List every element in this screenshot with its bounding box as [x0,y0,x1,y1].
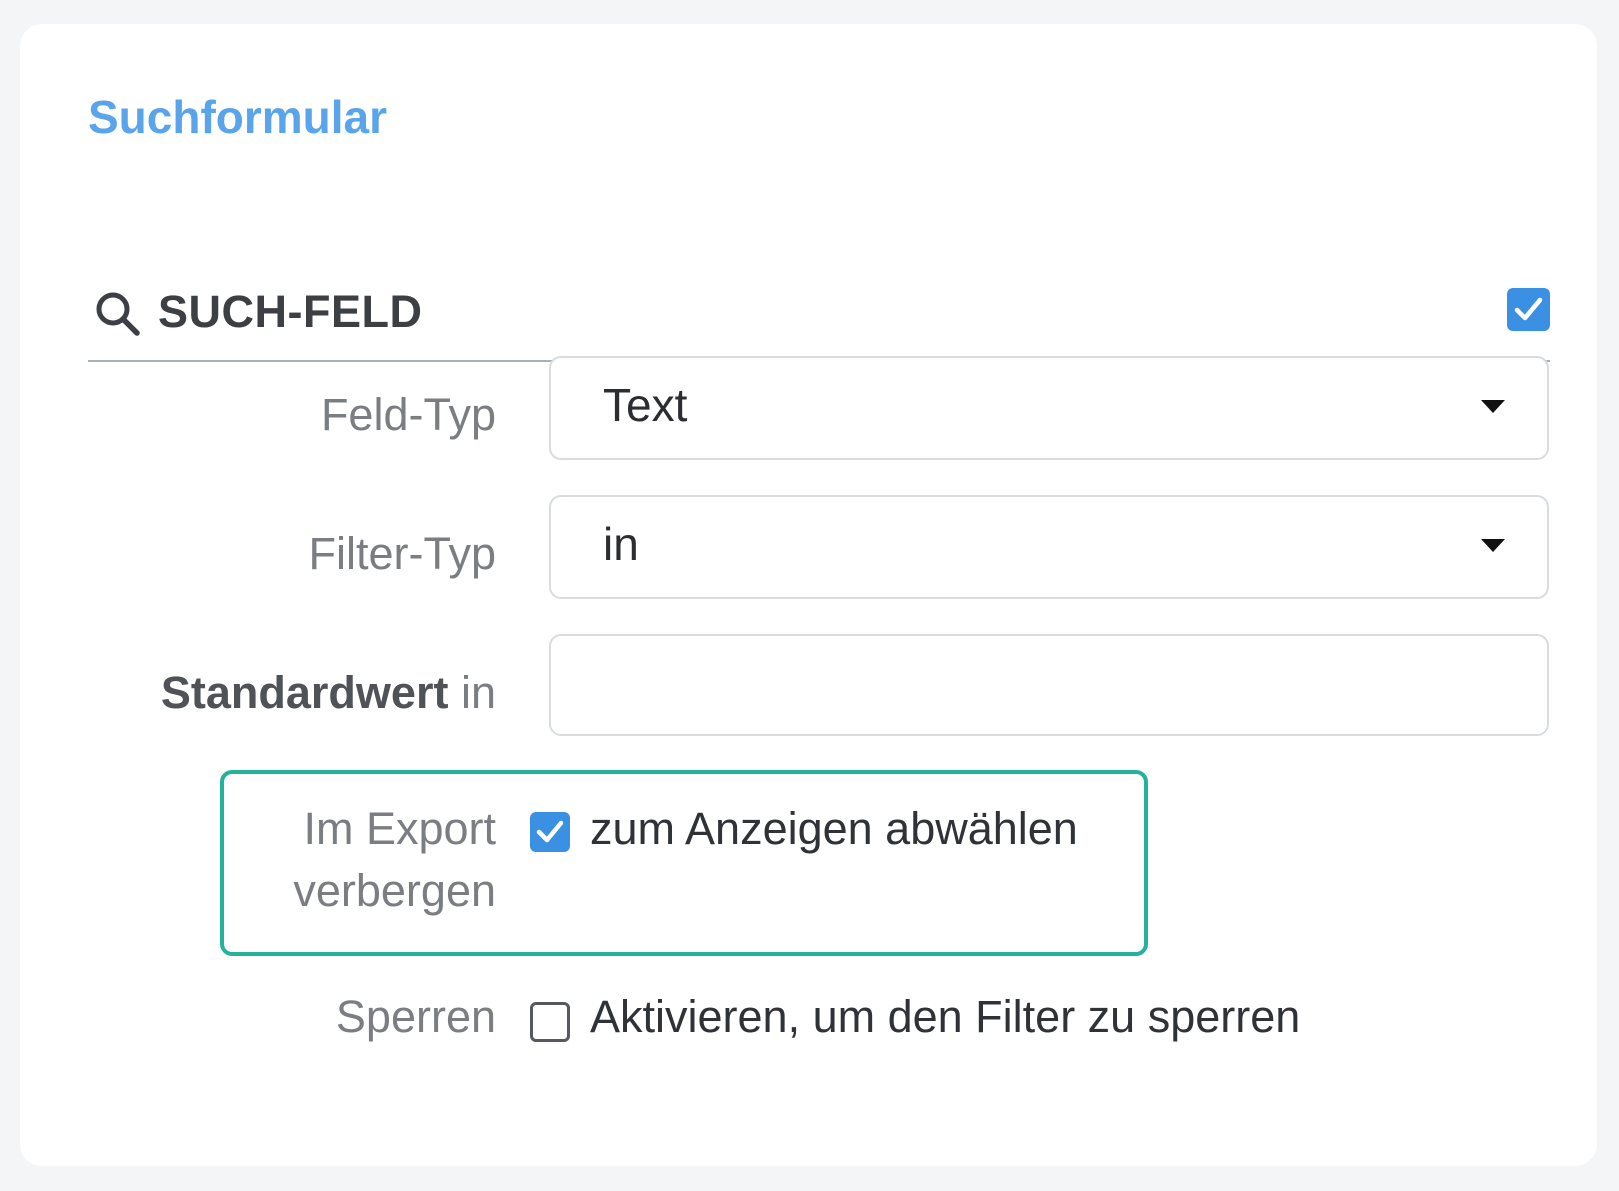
lock-check-label: Aktivieren, um den Filter zu sperren [590,991,1301,1042]
hide-in-export-label-line1: Im Export [303,803,496,854]
hide-in-export-checkbox[interactable] [530,812,570,852]
form-title: Suchformular [88,91,388,143]
field-type-label: Feld-Typ [320,389,496,440]
field-type-value: Text [603,379,688,431]
section-enabled-checkbox[interactable] [1507,288,1550,331]
hide-in-export-check-label: zum Anzeigen abwählen [590,803,1078,854]
default-value-input[interactable] [549,634,1549,736]
search-form-card: Suchformular SUCH-FELD Feld-Typ Text Fil… [20,24,1597,1166]
default-value-label-bold: Standardwert [160,667,449,718]
section-header: SUCH-FELD [88,276,1550,362]
checkmark-icon [1514,297,1543,321]
filter-type-label: Filter-Typ [308,528,496,579]
default-value-label-suffix: in [460,667,496,718]
field-type-select[interactable]: Text [549,356,1549,460]
section-title: SUCH-FELD [158,286,423,337]
lock-checkbox[interactable] [530,1002,570,1042]
hide-in-export-label-line2: verbergen [293,865,496,916]
hide-in-export-label: Im Export verbergen [293,798,496,922]
filter-type-select[interactable]: in [549,495,1549,599]
search-icon [96,292,140,336]
caret-down-icon [1481,400,1505,413]
caret-down-icon [1481,539,1505,552]
default-value-label: Standardwert in [161,662,496,724]
lock-label: Sperren [335,991,496,1042]
checkmark-icon [536,820,564,843]
filter-type-value: in [603,518,639,570]
